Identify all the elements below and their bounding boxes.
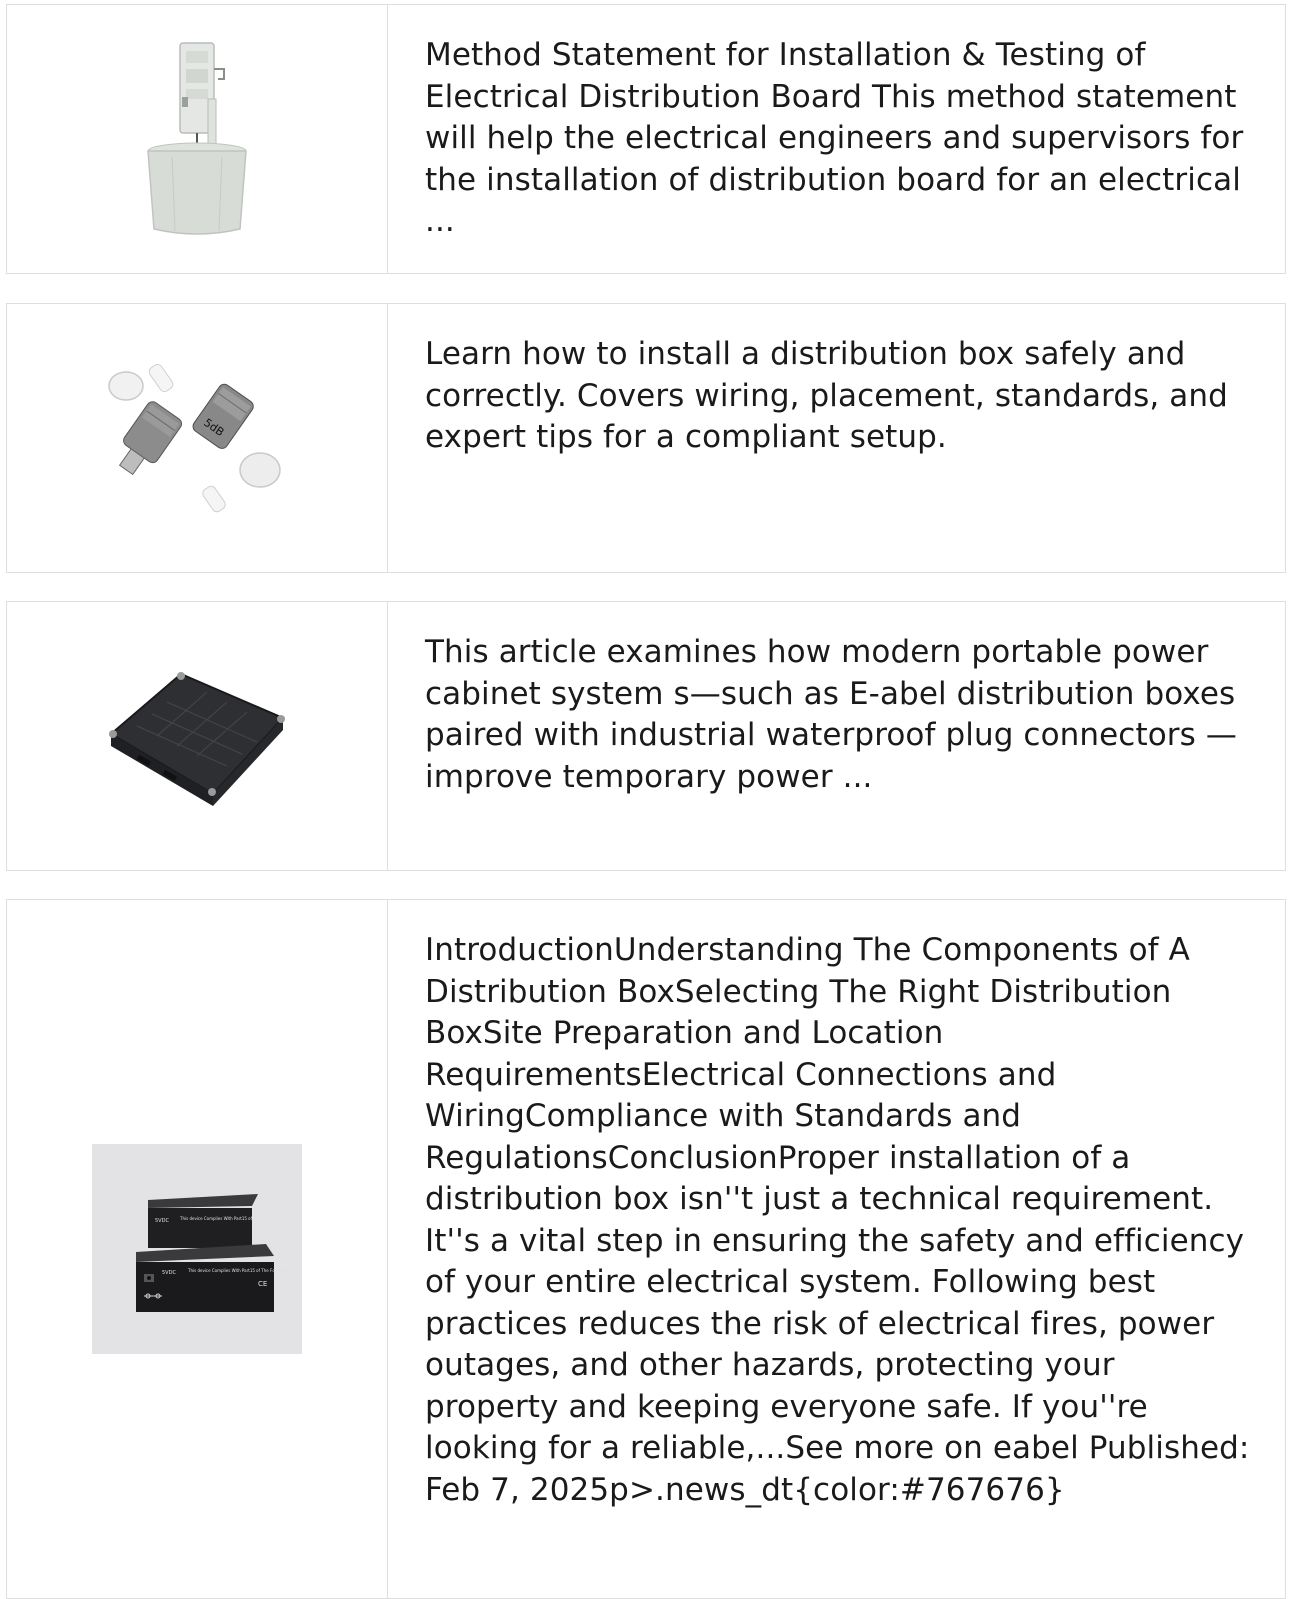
converter-label-fcc-2: This device Complies With Part15 of The … <box>187 1268 289 1273</box>
article-summary[interactable]: This article examines how modern portabl… <box>388 602 1285 870</box>
article-card[interactable]: This article examines how modern portabl… <box>6 601 1286 871</box>
converter-label-power: 5VDC <box>155 1218 169 1224</box>
article-summary[interactable]: Learn how to install a distribution box … <box>388 304 1285 572</box>
enclosure-pole-mount-photo <box>147 42 247 235</box>
article-thumbnail[interactable] <box>7 5 388 273</box>
media-converter-photo: 5VDC This device Complies With Part15 of… <box>92 1144 302 1354</box>
article-summary[interactable]: IntroductionUnderstanding The Components… <box>388 900 1285 1598</box>
article-thumbnail[interactable] <box>7 602 388 870</box>
article-card[interactable]: 5VDC This device Complies With Part15 of… <box>6 899 1286 1599</box>
article-card[interactable]: Method Statement for Installation & Test… <box>6 4 1286 274</box>
article-summary[interactable]: Method Statement for Installation & Test… <box>388 5 1285 273</box>
fiber-attenuator-photo: 5dB <box>108 363 281 513</box>
black-splice-box-photo <box>109 672 285 806</box>
converter-label-ce: CE <box>258 1280 267 1288</box>
converter-label-power-2: 5VDC <box>162 1270 176 1276</box>
article-thumbnail[interactable]: 5dB <box>7 304 388 572</box>
article-thumbnail[interactable]: 5VDC This device Complies With Part15 of… <box>7 900 388 1598</box>
converter-label-fcc: This device Complies With Part15 of The … <box>179 1216 281 1221</box>
article-card[interactable]: 5dB Learn how to install a distribution … <box>6 303 1286 573</box>
